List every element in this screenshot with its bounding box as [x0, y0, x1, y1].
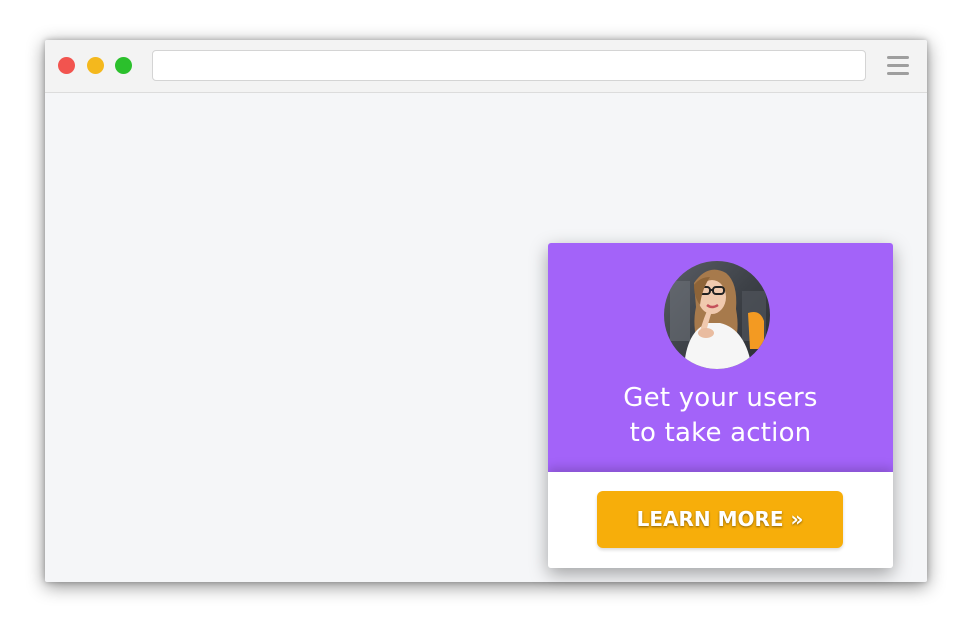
popup-header: Get your users to take action: [548, 243, 893, 472]
popup-headline: Get your users to take action: [548, 381, 893, 451]
menu-icon-bar: [887, 56, 909, 59]
browser-toolbar: [45, 40, 927, 93]
close-window-button[interactable]: [58, 57, 75, 74]
menu-icon-bar: [887, 72, 909, 75]
address-bar[interactable]: [152, 50, 866, 81]
call-to-action-popup: Get your users to take action LEARN MORE…: [548, 243, 893, 568]
avatar-photo: [664, 261, 770, 369]
hamburger-menu-icon[interactable]: [887, 56, 909, 76]
learn-more-button[interactable]: LEARN MORE »: [597, 491, 843, 548]
minimize-window-button[interactable]: [87, 57, 104, 74]
headline-line-2: to take action: [629, 418, 812, 448]
avatar: [664, 261, 770, 369]
headline-line-1: Get your users: [623, 383, 818, 413]
popup-footer: LEARN MORE »: [548, 472, 893, 568]
maximize-window-button[interactable]: [115, 57, 132, 74]
menu-icon-bar: [887, 64, 909, 67]
